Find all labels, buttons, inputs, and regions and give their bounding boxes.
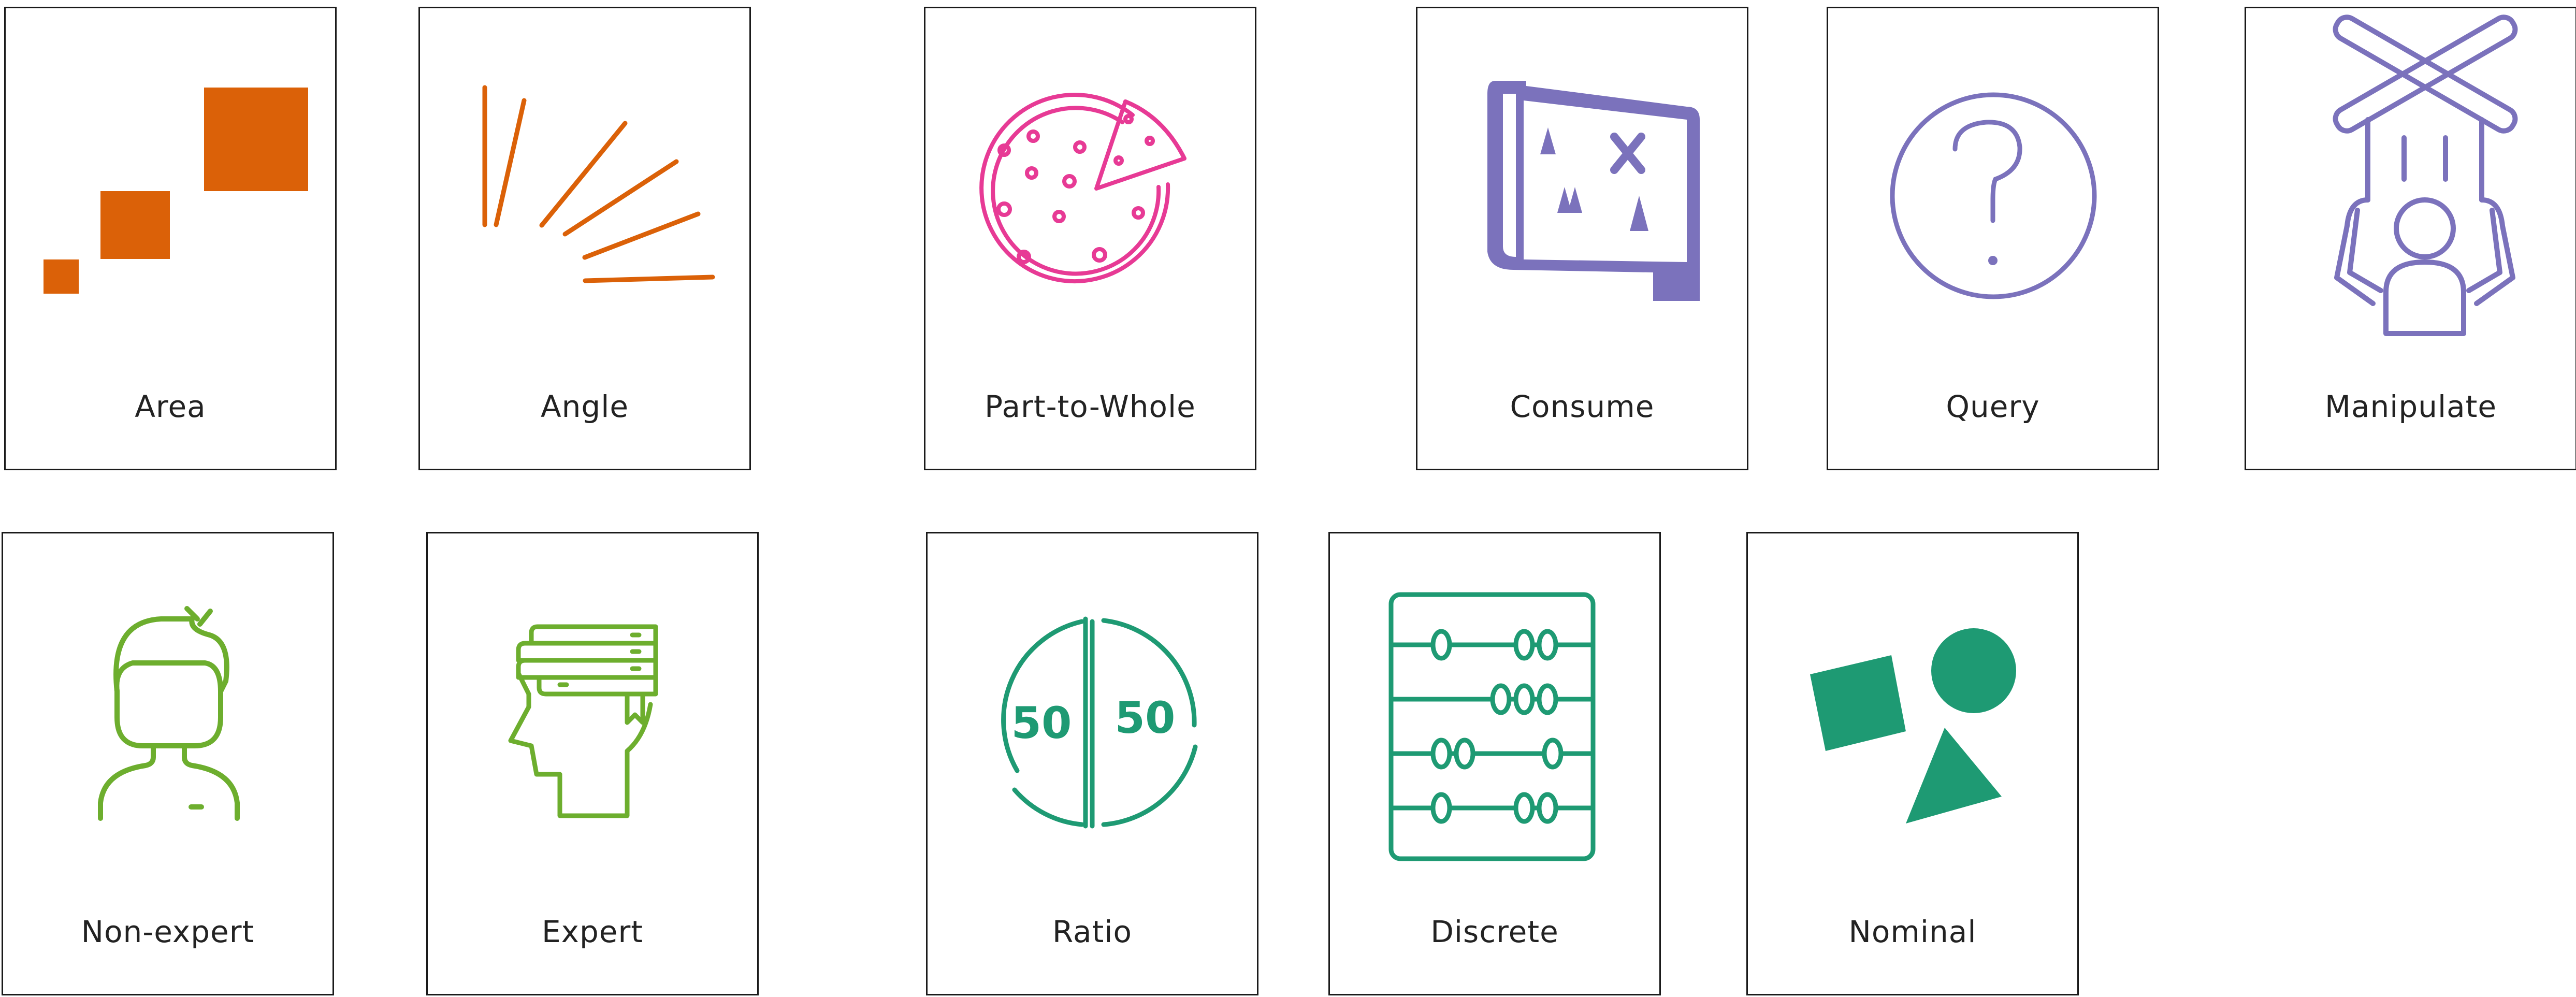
card-expert: Expert: [426, 532, 759, 995]
card-label: Angle: [540, 389, 629, 424]
card-ratio: 50 50 Ratio: [926, 532, 1258, 995]
card-label: Expert: [541, 914, 644, 949]
card-label: Area: [135, 389, 206, 424]
card-label: Nominal: [1848, 914, 1977, 949]
card-label: Manipulate: [2324, 389, 2497, 424]
card-nominal: Nominal: [1746, 532, 2079, 995]
card-label: Discrete: [1430, 914, 1559, 949]
card-discrete: Discrete: [1328, 532, 1661, 995]
ratio-right-50: 50: [1115, 692, 1176, 743]
card-angle: Angle: [418, 7, 751, 470]
card-consume: Consume: [1416, 7, 1748, 470]
card-label: Ratio: [1052, 914, 1132, 949]
card-part-to-whole: Part-to-Whole: [924, 7, 1256, 470]
card-label: Part-to-Whole: [985, 389, 1196, 424]
card-non-expert: Non-expert: [2, 532, 334, 995]
card-manipulate: Manipulate: [2245, 7, 2576, 470]
ratio-left-50: 50: [1011, 698, 1072, 748]
card-label: Non-expert: [81, 914, 255, 949]
card-label: Query: [1946, 389, 2040, 424]
card-query: Query: [1827, 7, 2159, 470]
card-area: Area: [4, 7, 337, 470]
card-label: Consume: [1510, 389, 1655, 424]
